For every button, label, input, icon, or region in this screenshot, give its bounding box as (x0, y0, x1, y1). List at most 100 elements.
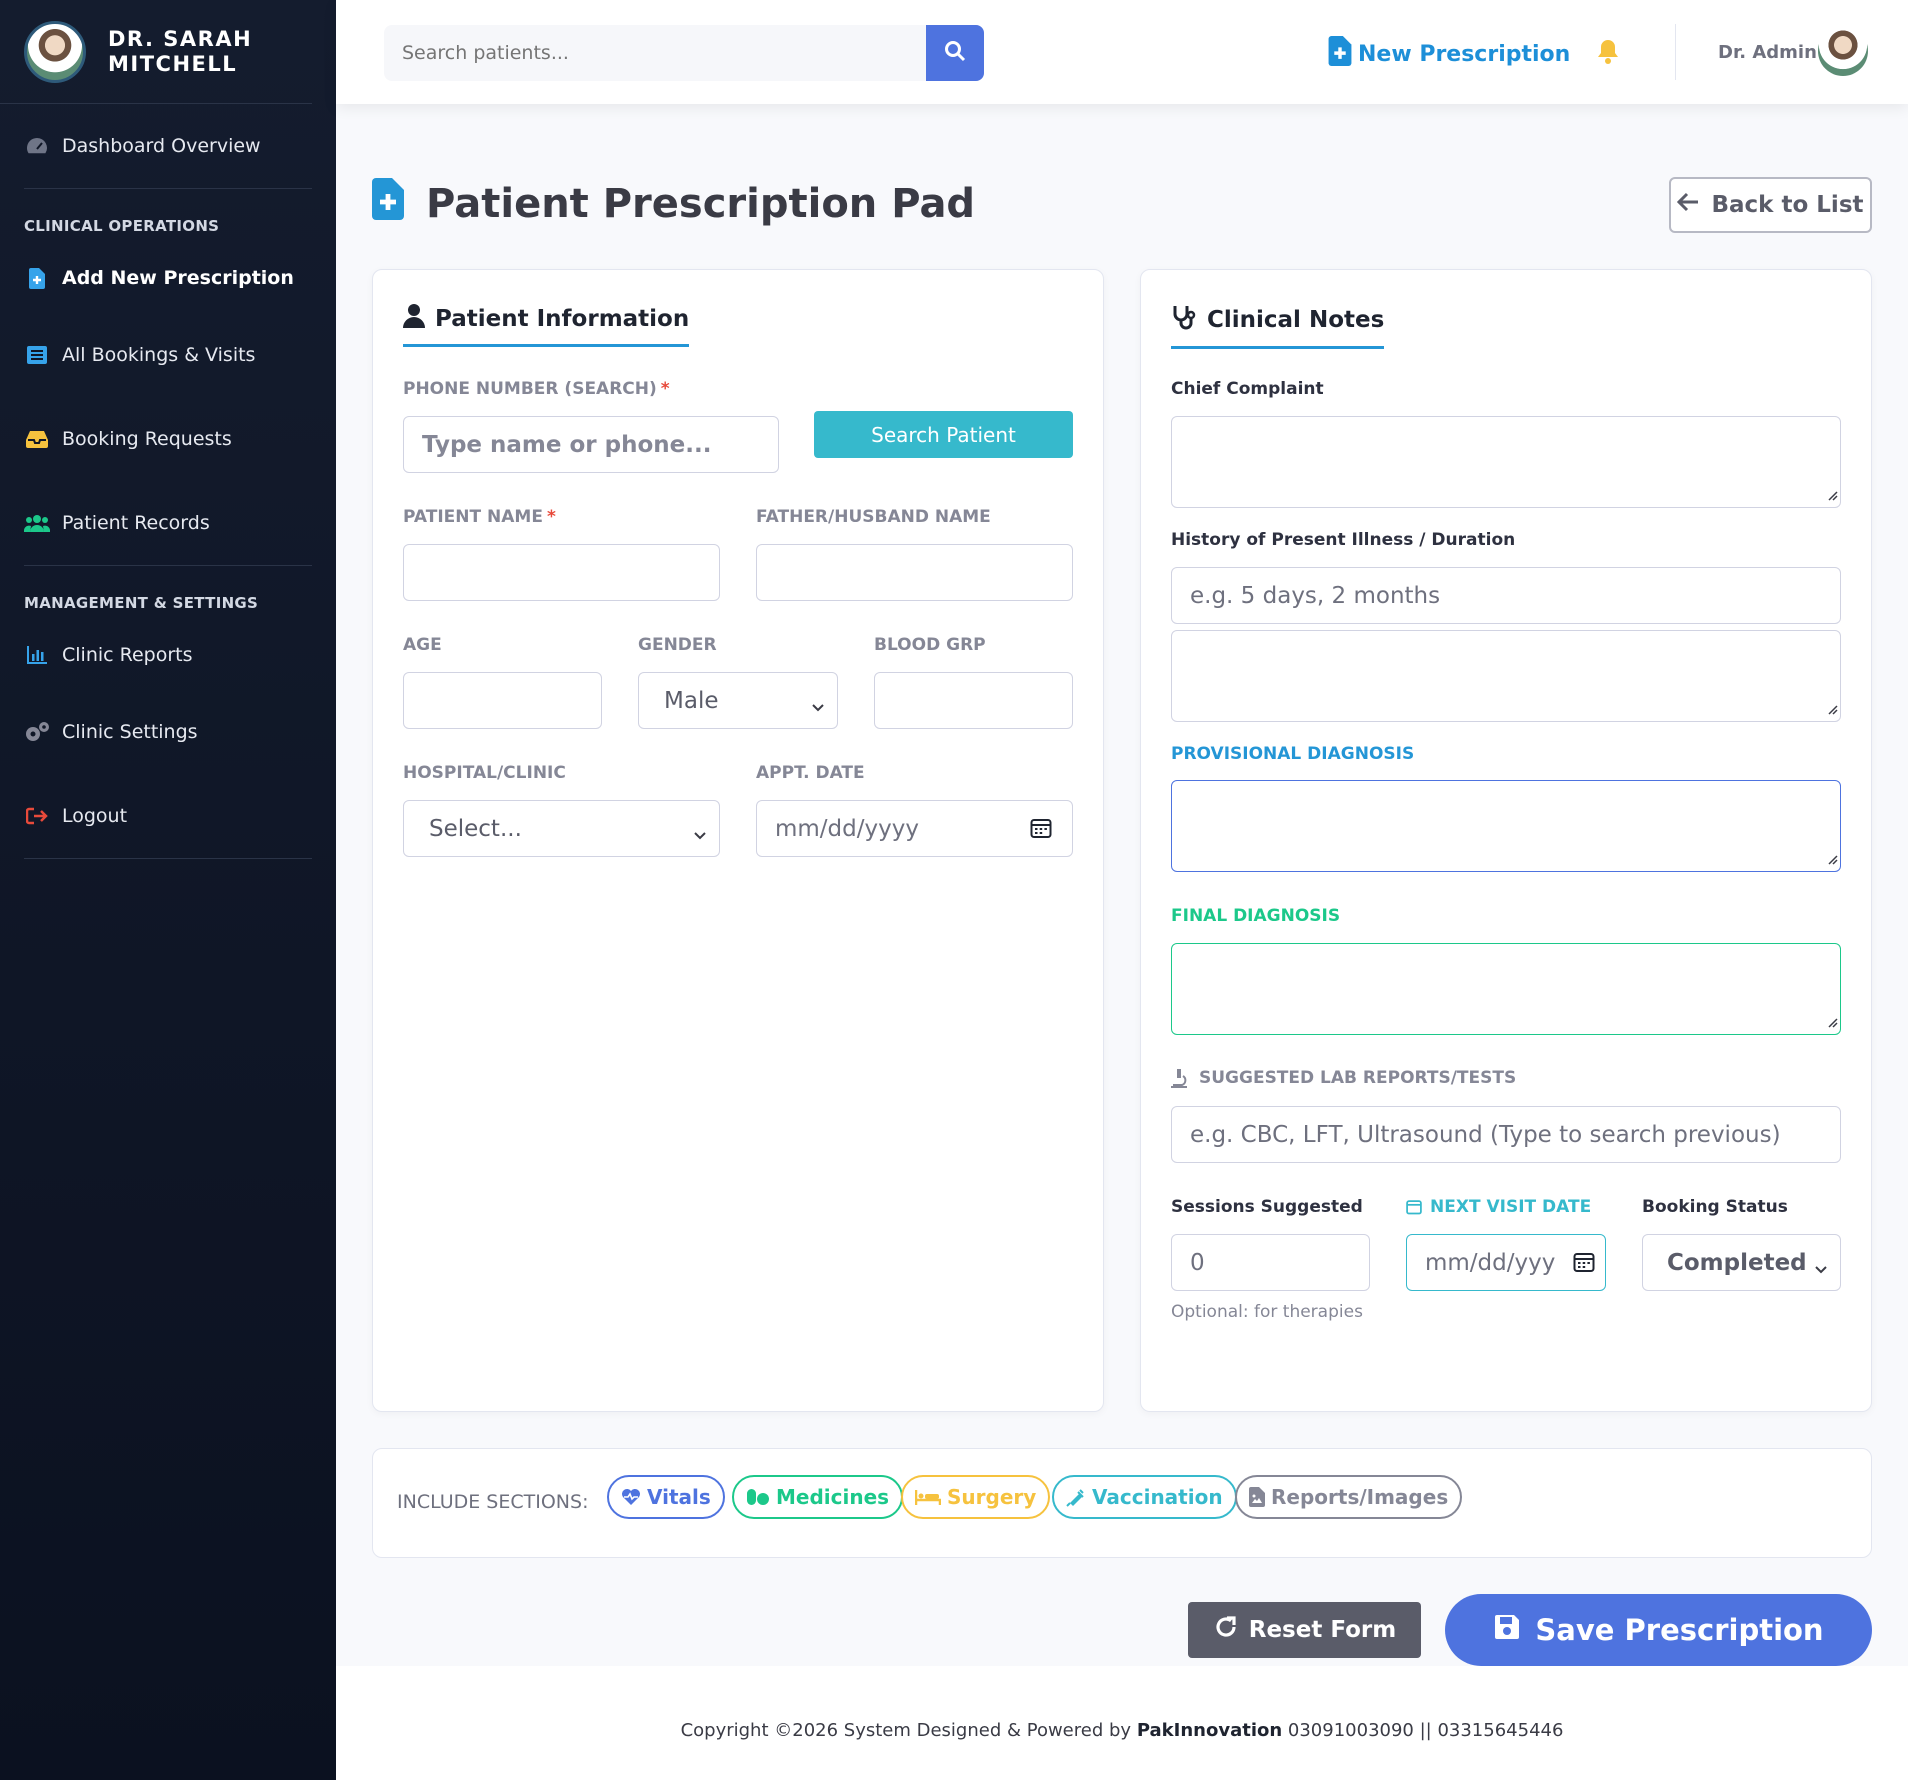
file-medical-icon (372, 178, 404, 230)
patient-name-label: PATIENT NAME * (403, 507, 556, 527)
chevron-down-icon (811, 693, 825, 719)
list-icon (24, 346, 50, 364)
footer-company: PakInnovation (1136, 1720, 1283, 1741)
sidebar: DR. SARAH MITCHELL Dashboard Overview CL… (0, 0, 336, 1780)
search-button[interactable] (926, 25, 984, 81)
blood-group-input[interactable] (874, 672, 1073, 729)
resize-grip-icon[interactable] (1826, 1013, 1838, 1032)
resize-grip-icon[interactable] (1826, 486, 1838, 505)
age-input[interactable] (403, 672, 602, 729)
history-details-textarea[interactable] (1171, 630, 1841, 722)
chevron-down-icon (693, 821, 707, 847)
back-to-list-label: Back to List (1711, 192, 1864, 218)
sidebar-item-label: All Bookings & Visits (62, 344, 256, 366)
section-toggle-surgery[interactable]: Surgery (901, 1475, 1051, 1519)
chief-complaint-textarea[interactable] (1171, 416, 1841, 508)
booking-status-label: Booking Status (1642, 1197, 1788, 1217)
required-mark: * (546, 507, 556, 527)
next-visit-label: NEXT VISIT DATE (1406, 1197, 1591, 1217)
phone-search-input[interactable]: Type name or phone... (403, 416, 779, 473)
reset-form-label: Reset Form (1248, 1617, 1397, 1643)
nav-heading-clinical: CLINICAL OPERATIONS (24, 217, 220, 235)
blood-group-label: BLOOD GRP (874, 635, 986, 655)
hospital-label: HOSPITAL/CLINIC (403, 763, 566, 783)
divider (24, 858, 312, 859)
next-visit-label-text: NEXT VISIT DATE (1430, 1197, 1592, 1217)
sessions-value: 0 (1190, 1249, 1205, 1276)
arrow-left-icon (1677, 192, 1699, 218)
calendar-icon[interactable] (1030, 817, 1052, 845)
page-title-text: Patient Prescription Pad (426, 181, 976, 227)
file-medical-icon (24, 267, 50, 289)
gender-value: Male (664, 687, 719, 714)
microscope-icon (1171, 1068, 1189, 1088)
sidebar-item-label: Clinic Reports (62, 644, 193, 666)
sidebar-item-booking-requests[interactable]: Booking Requests (0, 397, 336, 481)
include-sections-label: INCLUDE SECTIONS: (397, 1491, 589, 1513)
topbar-divider (1675, 24, 1676, 80)
save-prescription-button[interactable]: Save Prescription (1445, 1594, 1872, 1666)
bell-icon[interactable] (1596, 38, 1620, 68)
sign-out-icon (24, 807, 50, 825)
footer-text: Copyright ©2026 System Designed & Powere… (336, 1720, 1908, 1741)
section-toggle-reports[interactable]: Reports/Images (1235, 1475, 1463, 1519)
sidebar-item-clinic-reports[interactable]: Clinic Reports (0, 620, 336, 690)
gender-select[interactable]: Male (638, 672, 838, 729)
gender-label: GENDER (638, 635, 717, 655)
calendar-icon[interactable] (1573, 1251, 1595, 1279)
include-sections-bar: INCLUDE SECTIONS: Vitals Medicines Surge… (372, 1448, 1872, 1558)
file-image-icon (1249, 1487, 1265, 1507)
new-prescription-link[interactable]: New Prescription (1328, 36, 1570, 72)
sidebar-item-label: Patient Records (62, 512, 210, 534)
procedures-icon (915, 1488, 941, 1506)
father-name-label: FATHER/HUSBAND NAME (756, 507, 991, 527)
sidebar-item-add-prescription[interactable]: Add New Prescription (0, 243, 336, 313)
save-prescription-label: Save Prescription (1535, 1613, 1824, 1647)
sidebar-item-dashboard[interactable]: Dashboard Overview (0, 104, 336, 188)
chief-complaint-label: Chief Complaint (1171, 379, 1324, 399)
topbar: New Prescription Dr. Admin (336, 0, 1908, 104)
sidebar-item-label: Clinic Settings (62, 721, 198, 743)
lab-tests-input[interactable]: e.g. CBC, LFT, Ultrasound (Type to searc… (1171, 1106, 1841, 1163)
sessions-hint: Optional: for therapies (1171, 1302, 1363, 1322)
search-input[interactable] (384, 25, 926, 81)
history-duration-input[interactable]: e.g. 5 days, 2 months (1171, 567, 1841, 624)
father-name-input[interactable] (756, 544, 1073, 601)
sidebar-item-patient-records[interactable]: Patient Records (0, 481, 336, 565)
sessions-input[interactable]: 0 (1171, 1234, 1370, 1291)
next-visit-date-input[interactable]: mm/dd/yyy (1406, 1234, 1606, 1291)
sidebar-item-logout[interactable]: Logout (0, 774, 336, 858)
search-icon (944, 40, 966, 66)
resize-grip-icon[interactable] (1826, 850, 1838, 869)
booking-status-select[interactable]: Completed (1642, 1234, 1841, 1291)
appt-date-input[interactable]: mm/dd/yyyy (756, 800, 1073, 857)
cogs-icon (24, 721, 50, 743)
patient-name-input[interactable] (403, 544, 720, 601)
history-placeholder: e.g. 5 days, 2 months (1190, 582, 1441, 609)
new-prescription-label: New Prescription (1358, 41, 1571, 67)
section-toggle-vitals[interactable]: Vitals (607, 1475, 725, 1519)
save-icon (1493, 1613, 1521, 1648)
final-diagnosis-textarea[interactable] (1171, 943, 1841, 1035)
clinical-notes-title-text: Clinical Notes (1207, 307, 1385, 333)
user-icon (403, 304, 425, 334)
user-avatar[interactable] (1818, 26, 1868, 76)
provisional-diagnosis-textarea[interactable] (1171, 780, 1841, 872)
age-label: AGE (403, 635, 442, 655)
search-patient-button[interactable]: Search Patient (814, 411, 1073, 458)
calendar-icon (1406, 1199, 1422, 1215)
section-toggle-medicines[interactable]: Medicines (732, 1475, 904, 1519)
reset-form-button[interactable]: Reset Form (1188, 1602, 1421, 1658)
sidebar-brand: DR. SARAH MITCHELL (0, 0, 312, 104)
hospital-select[interactable]: Select... (403, 800, 720, 857)
booking-status-value: Completed (1667, 1249, 1807, 1276)
user-name[interactable]: Dr. Admin (1718, 42, 1817, 63)
section-toggle-vaccination[interactable]: Vaccination (1052, 1475, 1237, 1519)
sidebar-item-bookings[interactable]: All Bookings & Visits (0, 313, 336, 397)
phone-placeholder: Type name or phone... (422, 431, 712, 458)
required-mark: * (660, 379, 670, 399)
back-to-list-button[interactable]: Back to List (1669, 177, 1872, 233)
resize-grip-icon[interactable] (1826, 700, 1838, 719)
provisional-diagnosis-label: PROVISIONAL DIAGNOSIS (1171, 744, 1415, 764)
sidebar-item-clinic-settings[interactable]: Clinic Settings (0, 690, 336, 774)
